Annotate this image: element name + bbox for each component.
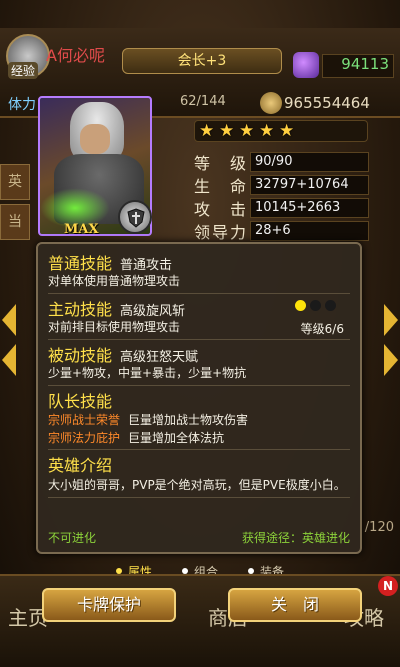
gem-icon[interactable] bbox=[293, 52, 319, 78]
skill-level: 等级6/6 bbox=[300, 322, 344, 336]
stat-row-attack: 攻 击 10145+2663 bbox=[194, 196, 369, 219]
skill-name: 高级旋风斩 bbox=[120, 304, 186, 319]
stat-label: 等 级 bbox=[194, 153, 249, 173]
star-icon: ★ bbox=[199, 121, 215, 141]
star-icon: ★ bbox=[239, 121, 255, 141]
warrior-class-icon bbox=[118, 200, 152, 234]
captain-skill-desc: 巨量增加战士物攻伤害 bbox=[128, 412, 249, 427]
max-label: MAX bbox=[64, 222, 99, 237]
stat-label: 生 命 bbox=[194, 176, 249, 196]
stat-row-hp: 生 命 32797+10764 bbox=[194, 173, 369, 196]
skill-name: 普通攻击 bbox=[120, 258, 173, 273]
stamina-label: 体力 bbox=[8, 97, 36, 113]
charge-dot-empty bbox=[310, 300, 321, 311]
next-arrow-icon-2[interactable] bbox=[384, 344, 398, 376]
stat-value: 90/90 bbox=[250, 151, 369, 172]
star-icon: ★ bbox=[219, 121, 235, 141]
star-icon: ★ bbox=[259, 121, 275, 141]
stamina-value: 62/144 bbox=[180, 94, 226, 109]
stat-label: 攻 击 bbox=[194, 199, 249, 219]
section-title: 普通技能 bbox=[48, 254, 113, 273]
skill-name: 高级狂怒天赋 bbox=[120, 350, 199, 365]
charge-dot-empty bbox=[325, 300, 336, 311]
gold-coin-icon bbox=[260, 92, 282, 114]
next-arrow-icon[interactable] bbox=[384, 304, 398, 336]
card-count: /120 bbox=[364, 520, 394, 535]
charge-dot-filled bbox=[295, 300, 306, 311]
close-button[interactable]: 关 闭 bbox=[228, 588, 362, 622]
captain-skill-desc: 巨量增加全体法抗 bbox=[128, 430, 225, 445]
skill-panel: 普通技能 普通攻击 对单体使用普通物理攻击 主动技能 高级旋风斩 对前排目标使用… bbox=[36, 242, 362, 554]
stat-row-level: 等 级 90/90 bbox=[194, 150, 369, 173]
side-tab-hero[interactable]: 英 bbox=[0, 164, 30, 200]
skill-desc: 少量+物攻，中量+暴击，少量+物抗 bbox=[48, 366, 247, 380]
section-title: 被动技能 bbox=[48, 346, 113, 365]
side-tab-current[interactable]: 当 bbox=[0, 204, 30, 240]
active-skill-section: 主动技能 高级旋风斩 对前排目标使用物理攻击 等级6/6 bbox=[48, 294, 350, 340]
hero-intro-text: 大小姐的哥哥，PVP是个绝对高玩，但是PVE极度小白。 bbox=[48, 478, 346, 492]
captain-skill-section: 队长技能 宗师战士荣誉 巨量增加战士物攻伤害 宗师法力庇护 巨量增加全体法抗 bbox=[48, 386, 350, 450]
stat-value: 28+6 bbox=[250, 220, 369, 241]
leader-tag: 会长+3 bbox=[122, 48, 282, 74]
passive-skill-section: 被动技能 高级狂怒天赋 少量+物攻，中量+暴击，少量+物抗 bbox=[48, 340, 350, 386]
skill-desc: 对单体使用普通物理攻击 bbox=[48, 274, 181, 288]
star-rating: ★ ★ ★ ★ ★ bbox=[194, 120, 368, 142]
normal-skill-section: 普通技能 普通攻击 对单体使用普通物理攻击 bbox=[48, 248, 350, 294]
new-badge: N bbox=[378, 576, 398, 596]
panel-footer: 不可进化 获得途径：英雄进化 bbox=[48, 529, 350, 546]
captain-skill-name: 宗师战士荣誉 bbox=[48, 412, 121, 427]
skill-charge-dots bbox=[295, 300, 336, 311]
hero-stats: 等 级 90/90 生 命 32797+10764 攻 击 10145+2663… bbox=[194, 150, 369, 242]
stat-value: 32797+10764 bbox=[250, 174, 369, 195]
player-name: A何必呢 bbox=[46, 46, 105, 65]
prev-arrow-icon-2[interactable] bbox=[2, 344, 16, 376]
gem-count: 94113 bbox=[322, 54, 394, 78]
captain-skill-name: 宗师法力庇护 bbox=[48, 430, 121, 445]
section-title: 队长技能 bbox=[48, 392, 113, 411]
stat-row-leadership: 领导力 28+6 bbox=[194, 219, 369, 242]
captain-skill-row: 宗师战士荣誉 巨量增加战士物攻伤害 bbox=[48, 410, 350, 428]
section-title: 英雄介绍 bbox=[48, 456, 113, 475]
card-protect-button[interactable]: 卡牌保护 bbox=[42, 588, 176, 622]
stat-label: 领导力 bbox=[194, 222, 249, 242]
captain-skill-row: 宗师法力庇护 巨量增加全体法抗 bbox=[48, 428, 350, 446]
stat-value: 10145+2663 bbox=[250, 197, 369, 218]
section-title: 主动技能 bbox=[48, 300, 113, 319]
hero-face bbox=[80, 124, 110, 154]
hero-intro-section: 英雄介绍 大小姐的哥哥，PVP是个绝对高玩，但是PVE极度小白。 bbox=[48, 450, 350, 498]
prev-arrow-icon[interactable] bbox=[2, 304, 16, 336]
star-icon: ★ bbox=[279, 121, 295, 141]
obtain-method: 获得途径：英雄进化 bbox=[241, 531, 350, 545]
gold-count: 965554464 bbox=[284, 94, 370, 112]
avatar-label: 经验 bbox=[8, 62, 39, 79]
evolve-status: 不可进化 bbox=[48, 531, 97, 545]
